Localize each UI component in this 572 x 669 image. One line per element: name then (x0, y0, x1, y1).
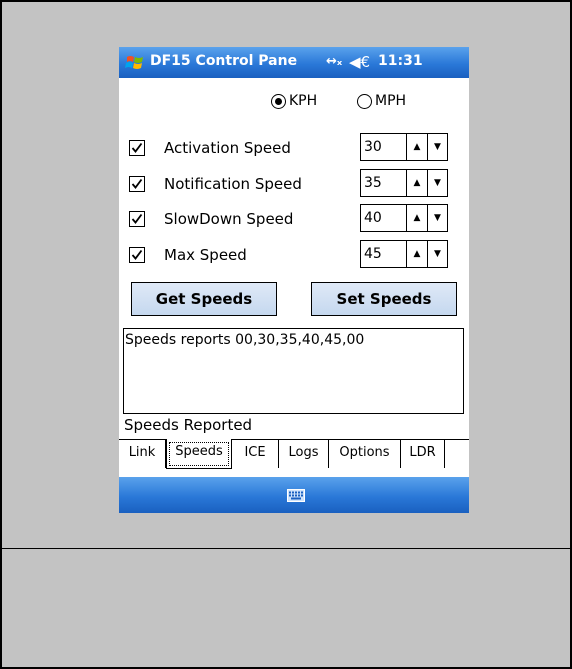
output-text: Speeds reports 00,30,35,40,45,00 (125, 332, 365, 348)
max-speed-label: Max Speed (164, 246, 247, 264)
notification-speed-label: Notification Speed (164, 175, 302, 193)
radio-label-mph: MPH (375, 93, 407, 109)
activation-speed-spinner[interactable]: 30 ▲ ▼ (360, 133, 448, 161)
window-title: DF15 Control Pane (150, 53, 298, 69)
bottom-panel (2, 549, 570, 667)
activation-speed-label: Activation Speed (164, 139, 291, 157)
tab-bar: Link Speeds ICE Logs Options LDR (119, 439, 469, 469)
spinner-up-button[interactable]: ▲ (406, 170, 427, 196)
slowdown-speed-spinner[interactable]: 40 ▲ ▼ (360, 204, 448, 232)
speed-row-max: Max Speed 45 ▲ ▼ (119, 240, 469, 270)
speed-row-slowdown: SlowDown Speed 40 ▲ ▼ (119, 204, 469, 234)
windows-flag-icon[interactable] (125, 53, 145, 73)
slowdown-speed-checkbox[interactable] (129, 211, 145, 227)
get-speeds-button[interactable]: Get Speeds (131, 282, 277, 316)
speaker-icon[interactable]: ◀€ (349, 53, 370, 71)
tab-logs[interactable]: Logs (279, 440, 329, 468)
notification-speed-value[interactable]: 35 (364, 175, 382, 191)
spinner-down-button[interactable]: ▼ (427, 134, 447, 160)
tab-speeds[interactable]: Speeds (166, 439, 232, 469)
activation-speed-value[interactable]: 30 (364, 139, 382, 155)
max-speed-spinner[interactable]: 45 ▲ ▼ (360, 240, 448, 268)
spinner-up-button[interactable]: ▲ (406, 134, 427, 160)
max-speed-checkbox[interactable] (129, 247, 145, 263)
spinner-up-button[interactable]: ▲ (406, 241, 427, 267)
spinner-down-button[interactable]: ▼ (427, 205, 447, 231)
clock[interactable]: 11:31 (378, 53, 423, 69)
notification-speed-checkbox[interactable] (129, 176, 145, 192)
max-speed-value[interactable]: 45 (364, 246, 382, 262)
radio-indicator-kph[interactable] (271, 94, 286, 109)
set-speeds-button[interactable]: Set Speeds (311, 282, 457, 316)
spinner-down-button[interactable]: ▼ (427, 170, 447, 196)
output-textbox[interactable]: Speeds reports 00,30,35,40,45,00 (123, 328, 464, 414)
tab-link[interactable]: Link (119, 440, 166, 468)
radio-label-kph: KPH (289, 93, 318, 109)
activation-speed-checkbox[interactable] (129, 140, 145, 156)
radio-indicator-mph[interactable] (357, 94, 372, 109)
speed-row-notification: Notification Speed 35 ▲ ▼ (119, 169, 469, 199)
menu-bar (119, 477, 469, 513)
keyboard-icon[interactable] (287, 487, 305, 506)
slowdown-speed-label: SlowDown Speed (164, 210, 294, 228)
notification-speed-spinner[interactable]: 35 ▲ ▼ (360, 169, 448, 197)
title-bar: DF15 Control Pane ↔ₓ ◀€ 11:31 (119, 47, 469, 78)
speed-row-activation: Activation Speed 30 ▲ ▼ (119, 133, 469, 163)
status-text: Speeds Reported (124, 416, 253, 434)
tab-ice[interactable]: ICE (232, 440, 279, 468)
spinner-down-button[interactable]: ▼ (427, 241, 447, 267)
tab-options[interactable]: Options (329, 440, 401, 468)
spinner-up-button[interactable]: ▲ (406, 205, 427, 231)
connectivity-icon[interactable]: ↔ₓ (326, 54, 342, 69)
tab-ldr[interactable]: LDR (401, 440, 445, 468)
device-screen: DF15 Control Pane ↔ₓ ◀€ 11:31 KPH MPH Ac… (119, 47, 469, 513)
slowdown-speed-value[interactable]: 40 (364, 210, 382, 226)
